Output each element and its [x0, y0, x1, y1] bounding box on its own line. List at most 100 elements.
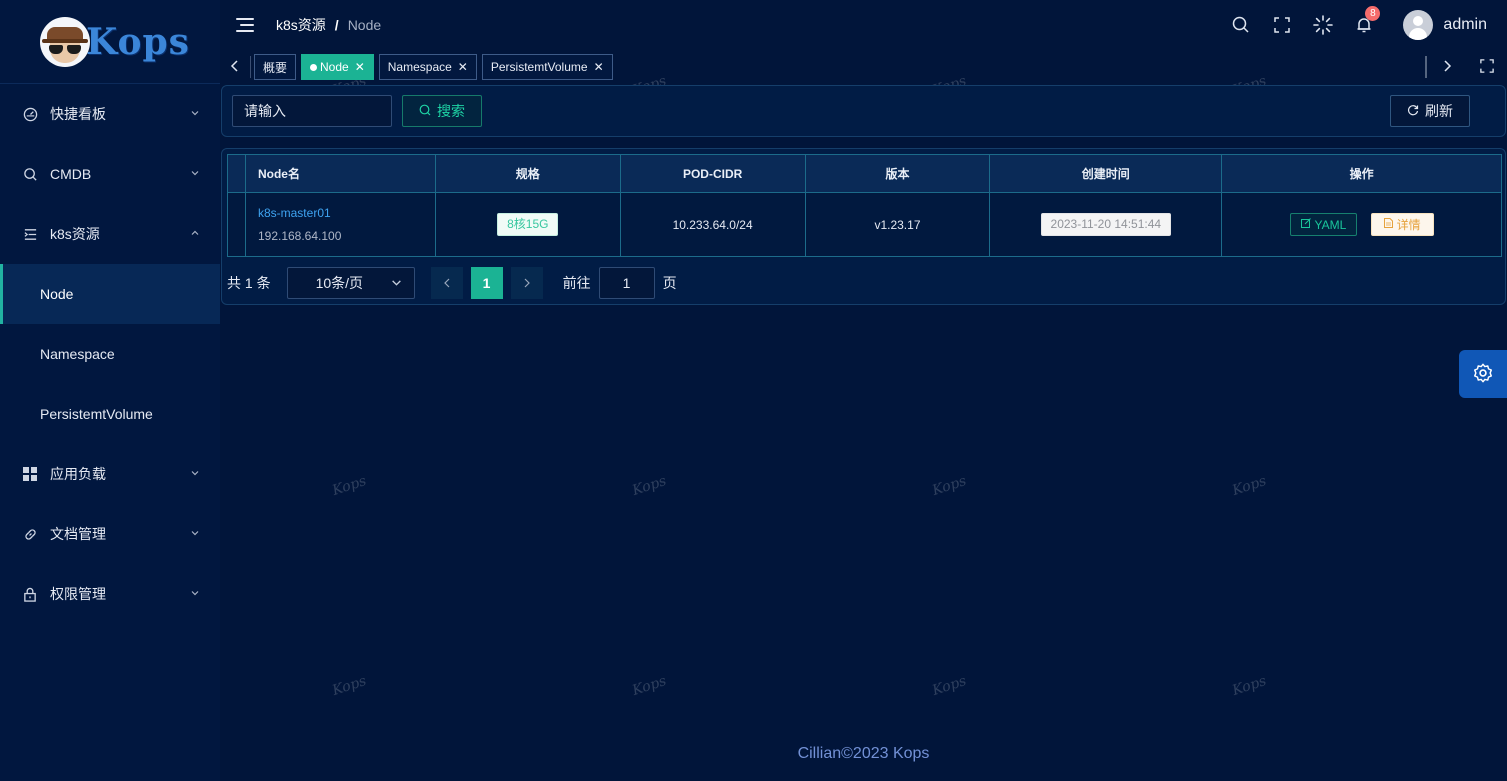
close-icon[interactable]: ✕ — [594, 60, 604, 74]
chevron-down-icon — [190, 168, 200, 181]
column-header-created: 创建时间 — [989, 154, 1223, 193]
watermark: Kops — [930, 673, 969, 699]
chevron-down-icon — [190, 108, 200, 121]
yaml-button[interactable]: YAML — [1289, 213, 1358, 236]
prev-page-button[interactable] — [430, 267, 463, 299]
avatar[interactable] — [1403, 10, 1434, 40]
search-icon — [22, 166, 38, 182]
footer: Cillian©2023 Kops — [797, 745, 930, 762]
tag-persistentvolume[interactable]: PersistemtVolume ✕ — [481, 54, 613, 80]
bell-icon[interactable]: 8 — [1354, 6, 1381, 35]
username[interactable]: admin — [1443, 16, 1487, 34]
fullscreen-icon[interactable] — [1272, 15, 1292, 35]
node-name-cell: k8s-master01 192.168.64.100 — [244, 192, 436, 257]
sidebar-item-cmdb[interactable]: CMDB — [0, 144, 220, 204]
refresh-button-label: 刷新 — [1425, 103, 1453, 119]
column-header-node-name: Node名 — [244, 154, 436, 193]
spec-tag: 8核15G — [497, 213, 559, 236]
close-icon[interactable]: ✕ — [458, 60, 468, 74]
logo[interactable]: Kops — [0, 0, 220, 84]
sidebar-subitem-persistentvolume[interactable]: PersistemtVolume — [0, 384, 220, 444]
created-time-tag: 2023-11-20 14:51:44 — [1040, 213, 1172, 236]
sidebar-item-k8s[interactable]: k8s资源 — [0, 204, 220, 264]
sidebar-subitem-namespace[interactable]: Namespace — [0, 324, 220, 384]
watermark: Kops — [1230, 673, 1269, 699]
tags-bar: 概要 Node ✕ Namespace ✕ PersistemtVolume ✕ — [220, 50, 1507, 84]
active-dot-icon — [310, 63, 318, 71]
watermark: Kops — [330, 673, 369, 699]
chevron-up-icon — [190, 228, 200, 241]
spec-cell: 8核15G — [434, 192, 621, 257]
close-icon[interactable]: ✕ — [355, 60, 365, 74]
goto-page-input[interactable]: 1 — [598, 267, 655, 299]
page-number-current[interactable]: 1 — [470, 267, 503, 299]
settings-button[interactable] — [1459, 350, 1507, 398]
sidebar-item-workload[interactable]: 应用负载 — [0, 444, 220, 504]
search-icon — [419, 104, 431, 119]
breadcrumb-item-current: Node — [347, 17, 382, 33]
next-page-button[interactable] — [510, 267, 543, 299]
search-button-label: 搜索 — [437, 103, 465, 119]
pagination-total: 共 1 条 — [227, 275, 271, 291]
search-input[interactable]: 请输入 — [232, 95, 392, 127]
document-icon — [1383, 218, 1393, 231]
top-header: k8s资源 / Node 8 admin — [220, 0, 1507, 50]
sidebar-item-docs[interactable]: 文档管理 — [0, 504, 220, 564]
column-header-spec: 规格 — [434, 154, 621, 193]
node-ip: 192.168.64.100 — [257, 229, 342, 243]
search-panel: 请输入 搜索 刷新 — [221, 85, 1506, 137]
breadcrumb-item[interactable]: k8s资源 — [276, 15, 326, 35]
logo-detective-icon — [40, 16, 90, 67]
table-gutter — [227, 154, 246, 193]
column-header-version: 版本 — [804, 154, 991, 193]
header-actions: 8 admin — [1231, 0, 1507, 50]
sidebar-item-permissions[interactable]: 权限管理 — [0, 564, 220, 624]
tag-label: Node — [320, 60, 349, 74]
sidebar-item-label: CMDB — [50, 166, 92, 182]
node-table: Node名 规格 POD-CIDR 版本 创建时间 操作 k8s-master0… — [227, 154, 1502, 257]
page-size-select[interactable]: 10条/页 — [286, 267, 415, 299]
tag-label: 概要 — [263, 60, 288, 75]
grid-icon — [22, 466, 38, 482]
gear-icon — [1472, 362, 1494, 387]
created-cell: 2023-11-20 14:51:44 — [989, 192, 1223, 257]
tag-label: PersistemtVolume — [490, 60, 588, 74]
loading-spinner-icon[interactable] — [1313, 15, 1334, 35]
detail-button[interactable]: 详情 — [1370, 213, 1434, 236]
notification-badge: 8 — [1365, 6, 1381, 21]
tag-namespace[interactable]: Namespace ✕ — [378, 54, 477, 80]
table-gutter — [227, 192, 246, 257]
tag-overview[interactable]: 概要 — [254, 54, 297, 80]
sidebar-menu: 快捷看板 CMDB k8s资源 Node Namespace Persistem… — [0, 84, 220, 624]
sidebar-item-dashboard[interactable]: 快捷看板 — [0, 84, 220, 144]
menu-toggle-icon[interactable] — [236, 18, 254, 32]
page-size-value: 10条/页 — [315, 275, 364, 291]
version-cell: v1.23.17 — [804, 192, 991, 257]
pagination: 共 1 条 10条/页 1 前往 1 页 — [227, 267, 677, 299]
pod-cidr-cell: 10.233.64.0/24 — [619, 192, 806, 257]
sidebar-item-label: 文档管理 — [50, 526, 106, 542]
chevron-down-icon — [391, 275, 402, 291]
sidebar-item-label: 快捷看板 — [50, 106, 106, 122]
node-name-link[interactable]: k8s-master01 — [258, 206, 435, 220]
tags-divider — [250, 56, 251, 78]
tag-node[interactable]: Node ✕ — [301, 54, 374, 80]
chevron-down-icon — [190, 468, 200, 481]
chevron-down-icon — [190, 528, 200, 541]
yaml-button-label: YAML — [1314, 217, 1347, 232]
goto-suffix: 页 — [662, 275, 677, 291]
chevron-down-icon — [190, 588, 200, 601]
table-header-row: Node名 规格 POD-CIDR 版本 创建时间 操作 — [227, 154, 1502, 193]
watermark: Kops — [1230, 473, 1269, 499]
chevron-right-icon[interactable] — [1427, 59, 1467, 75]
search-button[interactable]: 搜索 — [402, 95, 482, 127]
watermark: Kops — [630, 473, 669, 499]
chevron-left-icon[interactable] — [220, 59, 250, 75]
sidebar-subitem-node[interactable]: Node — [0, 264, 220, 324]
sidebar-item-label: 权限管理 — [50, 586, 106, 602]
breadcrumb-separator: / — [334, 17, 339, 33]
refresh-button[interactable]: 刷新 — [1390, 95, 1470, 127]
expand-icon[interactable] — [1467, 58, 1507, 76]
search-icon[interactable] — [1231, 15, 1251, 35]
watermark: Kops — [330, 473, 369, 499]
